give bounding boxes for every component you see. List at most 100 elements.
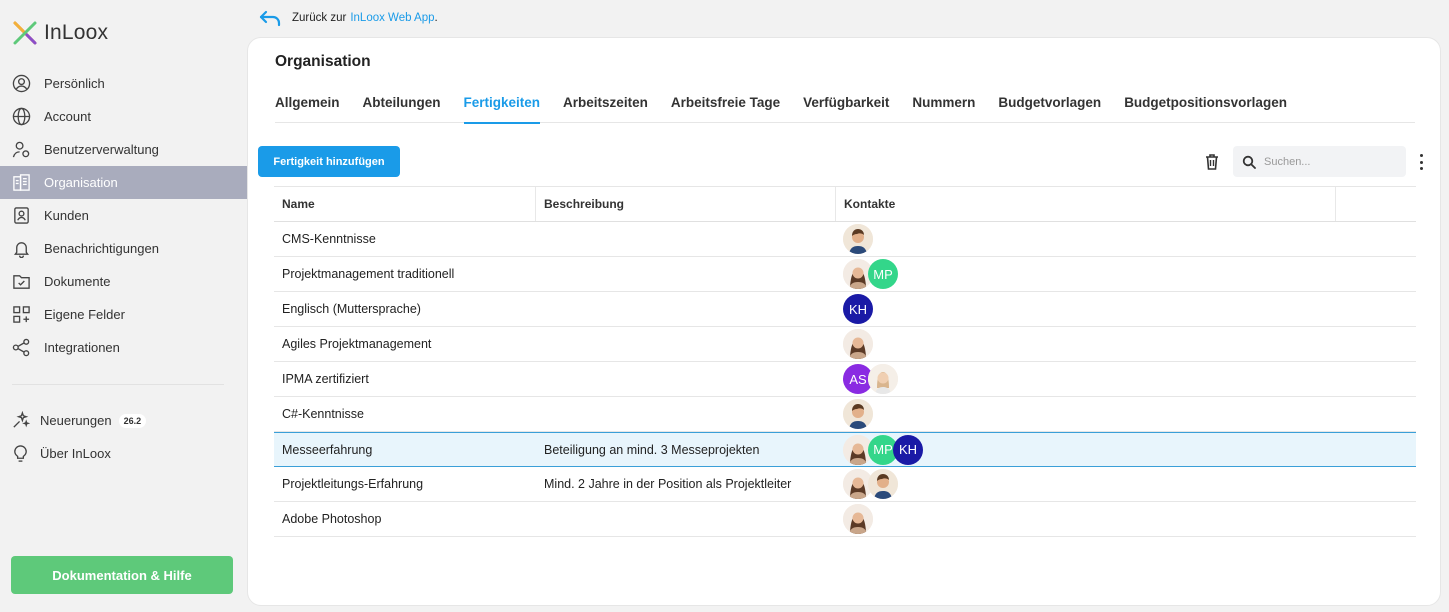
share-nodes-icon	[11, 338, 31, 358]
sidebar-divider	[12, 384, 224, 385]
empty-cell	[1336, 222, 1416, 256]
sidebar-item-neuerungen[interactable]: Neuerungen 26.2	[0, 404, 247, 437]
sidebar-item-dokumente[interactable]: Dokumente	[0, 265, 247, 298]
empty-cell	[1336, 257, 1416, 291]
tab-fertigkeiten[interactable]: Fertigkeiten	[463, 95, 540, 124]
tab-allgemein[interactable]: Allgemein	[275, 95, 340, 123]
web-app-link[interactable]: InLoox Web App	[350, 12, 434, 24]
contacts-cell	[836, 327, 1336, 361]
skill-name-cell: Englisch (Muttersprache)	[282, 302, 421, 316]
contact-avatar-initials[interactable]: MP	[868, 259, 898, 289]
empty-cell	[1336, 327, 1416, 361]
contact-avatar-photo[interactable]	[843, 224, 873, 254]
table-body: CMS-Kenntnisse Projektmanagement traditio…	[274, 222, 1416, 537]
back-arrow-icon	[259, 10, 281, 27]
more-options-icon[interactable]	[1415, 152, 1427, 172]
documentation-help-button[interactable]: Dokumentation & Hilfe	[11, 556, 233, 594]
table-row[interactable]: Englisch (Muttersprache) KH	[274, 292, 1416, 327]
contact-avatar-photo[interactable]	[843, 399, 873, 429]
contact-avatar-photo[interactable]	[868, 469, 898, 499]
sidebar-item-benachrichtigungen[interactable]: Benachrichtigungen	[0, 232, 247, 265]
back-prefix: Zurück zur	[292, 12, 347, 24]
column-header-name[interactable]: Name	[274, 187, 536, 221]
sidebar-nav: Persönlich Account Benutzerverwaltung Or…	[0, 67, 247, 364]
table-row[interactable]: Messeerfahrung Beteiligung an mind. 3 Mes…	[274, 432, 1416, 467]
contact-avatar-initials[interactable]: KH	[843, 294, 873, 324]
contact-avatar-photo[interactable]	[843, 329, 873, 359]
sidebar-item-integrationen[interactable]: Integrationen	[0, 331, 247, 364]
contacts-cell: MP KH	[836, 433, 1336, 466]
lightbulb-icon	[10, 444, 30, 464]
sidebar-secondary-nav: Neuerungen 26.2 Über InLoox	[0, 404, 247, 470]
tab-budgetpositionsvorlagen[interactable]: Budgetpositionsvorlagen	[1124, 95, 1287, 123]
skill-name-cell: Adobe Photoshop	[282, 512, 382, 526]
sidebar-item-label: Neuerungen	[40, 413, 112, 428]
empty-cell	[1336, 467, 1416, 501]
skill-name-cell: Projektleitungs-Erfahrung	[282, 477, 424, 491]
skill-name-cell: Projektmanagement traditionell	[282, 267, 455, 281]
grid-plus-icon	[11, 305, 31, 325]
table-row[interactable]: CMS-Kenntnisse	[274, 222, 1416, 257]
sidebar-item-label: Benutzerverwaltung	[44, 142, 159, 157]
skill-description-cell	[536, 257, 836, 291]
back-suffix: .	[434, 12, 438, 24]
user-settings-icon	[11, 140, 31, 160]
column-header-contacts[interactable]: Kontakte	[836, 187, 1336, 221]
add-skill-button[interactable]: Fertigkeit hinzufügen	[258, 146, 400, 177]
sparkles-icon	[10, 411, 30, 431]
skill-name-cell: Agiles Projektmanagement	[282, 337, 432, 351]
search-input[interactable]	[1264, 155, 1394, 168]
column-header-description[interactable]: Beschreibung	[536, 187, 836, 221]
back-to-web-app[interactable]: Zurück zur InLoox Web App.	[258, 9, 438, 27]
sidebar: InLoox Persönlich Account Benutzerverwal…	[0, 0, 247, 612]
empty-cell	[1336, 502, 1416, 536]
tab-verfuegbarkeit[interactable]: Verfügbarkeit	[803, 95, 889, 123]
skill-description-cell	[536, 362, 836, 396]
column-header-empty	[1336, 187, 1416, 221]
skill-description-cell	[536, 397, 836, 431]
skill-description-cell	[536, 292, 836, 326]
contacts-cell: AS	[836, 362, 1336, 396]
table-row[interactable]: IPMA zertifiziert AS	[274, 362, 1416, 397]
trash-icon[interactable]	[1203, 152, 1221, 172]
skill-description-cell: Mind. 2 Jahre in der Position als Projek…	[544, 477, 792, 491]
inloox-logo[interactable]: InLoox	[12, 20, 108, 46]
tab-abteilungen[interactable]: Abteilungen	[363, 95, 441, 123]
tab-arbeitszeiten[interactable]: Arbeitszeiten	[563, 95, 648, 123]
sidebar-item-label: Account	[44, 109, 91, 124]
table-header: Name Beschreibung Kontakte	[274, 187, 1416, 222]
skill-name-cell: Messeerfahrung	[282, 442, 373, 457]
sidebar-item-organisation[interactable]: Organisation	[0, 166, 247, 199]
user-circle-icon	[11, 74, 31, 94]
search-box	[1233, 146, 1406, 177]
table-row[interactable]: C#-Kenntnisse	[274, 397, 1416, 432]
sidebar-item-eigene-felder[interactable]: Eigene Felder	[0, 298, 247, 331]
tab-arbeitsfreie-tage[interactable]: Arbeitsfreie Tage	[671, 95, 780, 123]
sidebar-item-label: Integrationen	[44, 340, 120, 355]
skill-name-cell: C#-Kenntnisse	[282, 407, 364, 421]
sidebar-item-benutzerverwaltung[interactable]: Benutzerverwaltung	[0, 133, 247, 166]
tab-budgetvorlagen[interactable]: Budgetvorlagen	[998, 95, 1101, 123]
sidebar-item-label: Dokumente	[44, 274, 111, 289]
skill-name-cell: CMS-Kenntnisse	[282, 232, 376, 246]
tab-nummern[interactable]: Nummern	[912, 95, 975, 123]
table-row[interactable]: Agiles Projektmanagement	[274, 327, 1416, 362]
page-title: Organisation	[275, 53, 371, 70]
contact-avatar-initials[interactable]: KH	[893, 434, 923, 465]
logo-text: InLoox	[44, 21, 109, 44]
contact-avatar-photo[interactable]	[868, 364, 898, 394]
sidebar-item-persoenlich[interactable]: Persönlich	[0, 67, 247, 100]
empty-cell	[1336, 433, 1416, 466]
skill-name-cell: IPMA zertifiziert	[282, 372, 369, 386]
empty-cell	[1336, 362, 1416, 396]
table-row[interactable]: Adobe Photoshop	[274, 502, 1416, 537]
sidebar-item-account[interactable]: Account	[0, 100, 247, 133]
table-row[interactable]: Projektleitungs-Erfahrung Mind. 2 Jahre i…	[274, 467, 1416, 502]
version-badge: 26.2	[118, 413, 147, 428]
sidebar-item-kunden[interactable]: Kunden	[0, 199, 247, 232]
contact-avatar-photo[interactable]	[843, 504, 873, 534]
table-row[interactable]: Projektmanagement traditionell MP	[274, 257, 1416, 292]
bell-icon	[11, 239, 31, 259]
sidebar-item-ueber-inloox[interactable]: Über InLoox	[0, 437, 247, 470]
empty-cell	[1336, 292, 1416, 326]
